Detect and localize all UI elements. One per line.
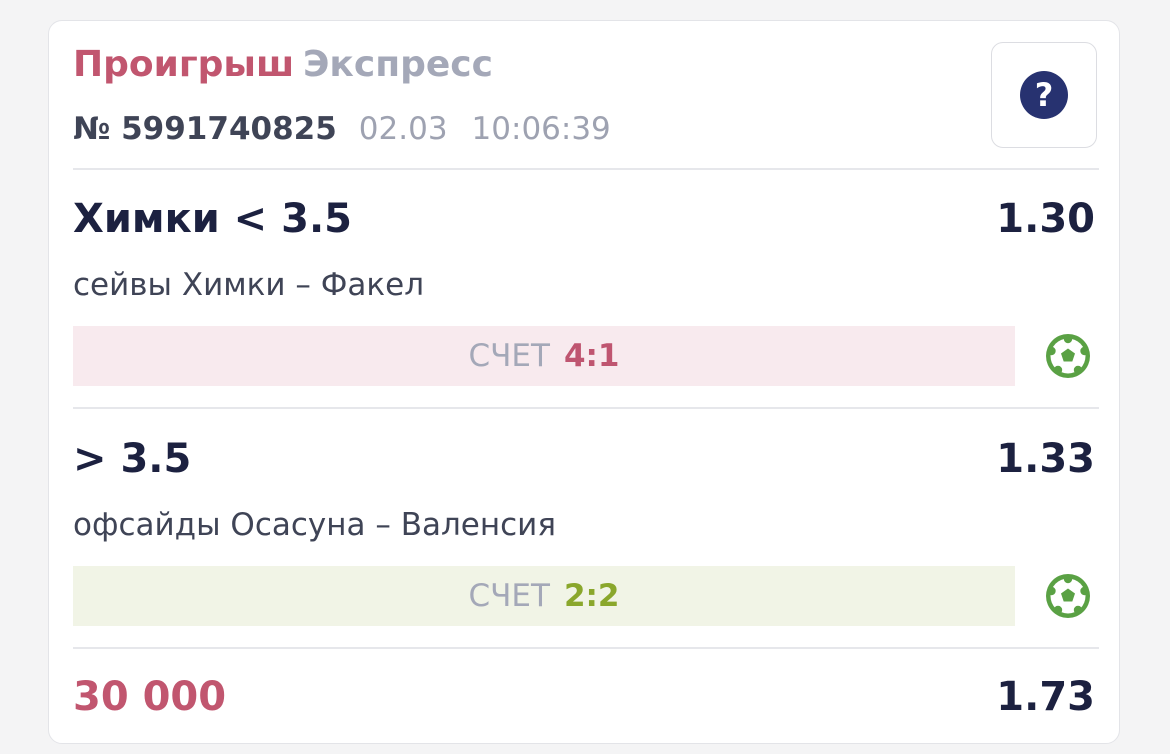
soccer-ball-icon (1046, 574, 1090, 618)
score-value: 2:2 (563, 578, 620, 614)
score-label: СЧЕТ (468, 338, 550, 374)
selection-odds: 1.33 (996, 436, 1095, 482)
total-odds: 1.73 (996, 674, 1095, 720)
bet-card[interactable]: Проигрыш Экспресс № 5991740825 02.03 10:06… (48, 20, 1120, 744)
divider (73, 647, 1099, 649)
bet-type: Экспресс (303, 44, 493, 85)
selection-market: сейвы Химки – Факел (73, 267, 425, 303)
score-label: СЧЕТ (468, 578, 550, 614)
bet-time: 10:06:39 (471, 111, 611, 147)
help-button[interactable]: ? (991, 42, 1097, 148)
bet-meta: № 5991740825 02.03 10:06:39 (73, 109, 611, 149)
score-bar: СЧЕТ 2:2 (73, 566, 1015, 626)
bet-status: Проигрыш (73, 44, 295, 85)
score-value: 4:1 (563, 338, 620, 374)
soccer-ball-icon (1046, 334, 1090, 378)
selection-market: офсайды Осасуна – Валенсия (73, 507, 556, 543)
divider (73, 407, 1099, 409)
bet-number: № 5991740825 (73, 111, 337, 147)
question-icon: ? (1020, 71, 1068, 119)
selection-odds: 1.30 (996, 196, 1095, 242)
stake-amount: 30 000 (73, 674, 227, 720)
selection-title: Химки < 3.5 (73, 196, 352, 242)
selection-title: > 3.5 (73, 436, 192, 482)
score-bar: СЧЕТ 4:1 (73, 326, 1015, 386)
bet-date: 02.03 (358, 111, 448, 147)
divider (73, 168, 1099, 170)
